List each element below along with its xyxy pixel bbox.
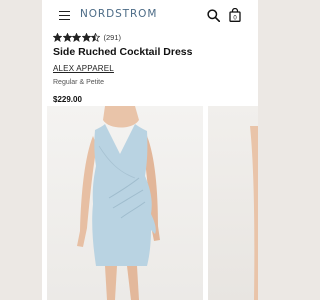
star-full-icon <box>72 33 81 42</box>
star-rating <box>53 33 101 42</box>
dress-illustration <box>77 106 160 300</box>
star-full-icon <box>81 33 91 42</box>
top-navigation-bar: NORDSTROM 0 <box>42 0 258 30</box>
product-details: (291) Side Ruched Cocktail Dress ALEX AP… <box>53 32 253 104</box>
star-half-icon <box>91 33 100 42</box>
brand-link[interactable]: ALEX APPAREL <box>53 64 114 73</box>
main-product-photo[interactable] <box>47 106 203 300</box>
rating-summary[interactable]: (291) <box>53 32 253 43</box>
secondary-dress-illustration <box>250 126 258 300</box>
store-logo[interactable]: NORDSTROM <box>80 8 157 20</box>
product-page: NORDSTROM 0 (291) Side Ruched Cocktail D… <box>42 0 258 300</box>
product-image-gallery[interactable] <box>42 106 258 300</box>
search-icon[interactable] <box>207 9 220 22</box>
secondary-product-photo[interactable] <box>208 106 258 300</box>
product-price: $229.00 <box>53 95 82 104</box>
hamburger-menu-icon[interactable] <box>59 11 70 20</box>
review-count[interactable]: (291) <box>104 33 122 42</box>
star-full-icon <box>62 33 72 42</box>
bag-count: 0 <box>233 15 237 21</box>
shopping-bag-icon[interactable]: 0 <box>229 8 241 22</box>
product-title: Side Ruched Cocktail Dress <box>53 46 193 58</box>
size-variants: Regular & Petite <box>53 79 104 86</box>
star-full-icon <box>53 33 62 42</box>
